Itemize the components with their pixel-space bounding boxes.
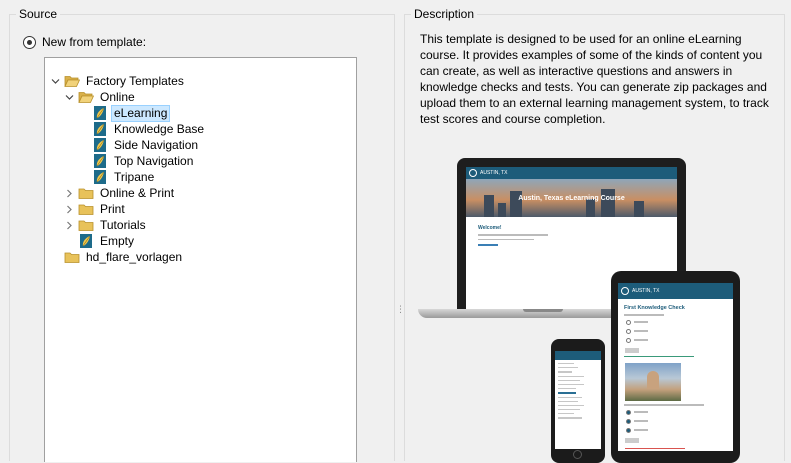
tree-item[interactable]: Online & Print — [64, 185, 177, 201]
tree-item[interactable]: Knowledge Base — [78, 121, 207, 137]
folder-icon — [78, 217, 94, 233]
chevron-right-icon[interactable] — [64, 188, 75, 199]
site-header: AUSTIN, TX — [466, 167, 677, 179]
tree-item[interactable]: Online — [64, 89, 138, 105]
tree-item-label: Factory Templates — [86, 73, 184, 88]
tree-item[interactable]: Empty — [64, 233, 137, 249]
capitol-image — [625, 363, 681, 401]
site-logo-icon — [469, 169, 477, 177]
hero-image: Austin, Texas eLearning Course — [466, 179, 677, 217]
radio-label: New from template: — [42, 35, 147, 49]
phone-display — [555, 351, 601, 449]
tree-item-label: Knowledge Base — [114, 121, 205, 136]
radio-button[interactable] — [23, 35, 36, 49]
chevron-right-icon[interactable] — [64, 220, 75, 231]
tree-item[interactable]: Top Navigation — [78, 153, 196, 169]
template-tree[interactable]: Factory Templates Online eLearning Knowledg… — [44, 57, 357, 462]
phone-preview — [551, 339, 605, 463]
new-from-template-radio[interactable]: New from template: — [23, 35, 146, 49]
welcome-heading: Welcome! — [478, 225, 502, 231]
template-icon — [78, 233, 94, 249]
tree-item[interactable]: hd_flare_vorlagen — [50, 249, 185, 265]
tree-item-label: Online — [100, 89, 135, 104]
phone-home-button — [573, 450, 582, 459]
tablet-header: AUSTIN, TX — [618, 283, 733, 299]
template-icon — [92, 169, 108, 185]
chevron-right-icon[interactable] — [64, 204, 75, 215]
hero-title: Austin, Texas eLearning Course — [518, 195, 625, 202]
site-name: AUSTIN, TX — [480, 170, 508, 176]
tree-item-label: Side Navigation — [114, 137, 199, 152]
tree-item-label: Tripane — [114, 169, 155, 184]
tree-item[interactable]: Tripane — [78, 169, 157, 185]
folder-open-icon — [78, 89, 94, 105]
splitter-grip[interactable]: ⋮ — [396, 305, 405, 316]
source-group: Source New from template: Factory Templa… — [9, 7, 395, 462]
tree-item-label: Tutorials — [100, 217, 146, 232]
description-group: Description This template is designed to… — [404, 7, 785, 463]
folder-icon — [78, 185, 94, 201]
tablet-site-name: AUSTIN, TX — [632, 288, 660, 294]
tree-item[interactable]: Side Navigation — [78, 137, 201, 153]
tablet-display: AUSTIN, TX First Knowledge Check — [618, 283, 733, 451]
tree-item-label: Print — [100, 201, 125, 216]
tablet-logo-icon — [621, 287, 629, 295]
chevron-down-icon[interactable] — [50, 76, 61, 87]
tablet-preview: AUSTIN, TX First Knowledge Check — [611, 271, 740, 463]
template-icon — [92, 121, 108, 137]
template-icon — [92, 105, 108, 121]
knowledge-check-title: First Knowledge Check — [624, 305, 685, 311]
tree-item-label: Top Navigation — [114, 153, 194, 168]
tree-item-label: hd_flare_vorlagen — [86, 249, 183, 264]
chevron-down-icon[interactable] — [64, 92, 75, 103]
tree-item-label: eLearning — [111, 104, 171, 122]
folder-open-icon — [64, 73, 80, 89]
description-group-title: Description — [411, 7, 478, 21]
template-icon — [92, 137, 108, 153]
tree-item-label: Empty — [100, 233, 135, 248]
source-group-title: Source — [16, 7, 61, 21]
tree-item[interactable]: Print — [64, 201, 128, 217]
tree-item[interactable]: Tutorials — [64, 217, 149, 233]
description-text: This template is designed to be used for… — [420, 32, 769, 126]
tree-item[interactable]: Factory Templates — [50, 73, 187, 89]
folder-icon — [78, 201, 94, 217]
folder-icon — [64, 249, 80, 265]
tree-item[interactable]: eLearning — [78, 104, 171, 122]
tree-item-label: Online & Print — [100, 185, 175, 200]
template-icon — [92, 153, 108, 169]
